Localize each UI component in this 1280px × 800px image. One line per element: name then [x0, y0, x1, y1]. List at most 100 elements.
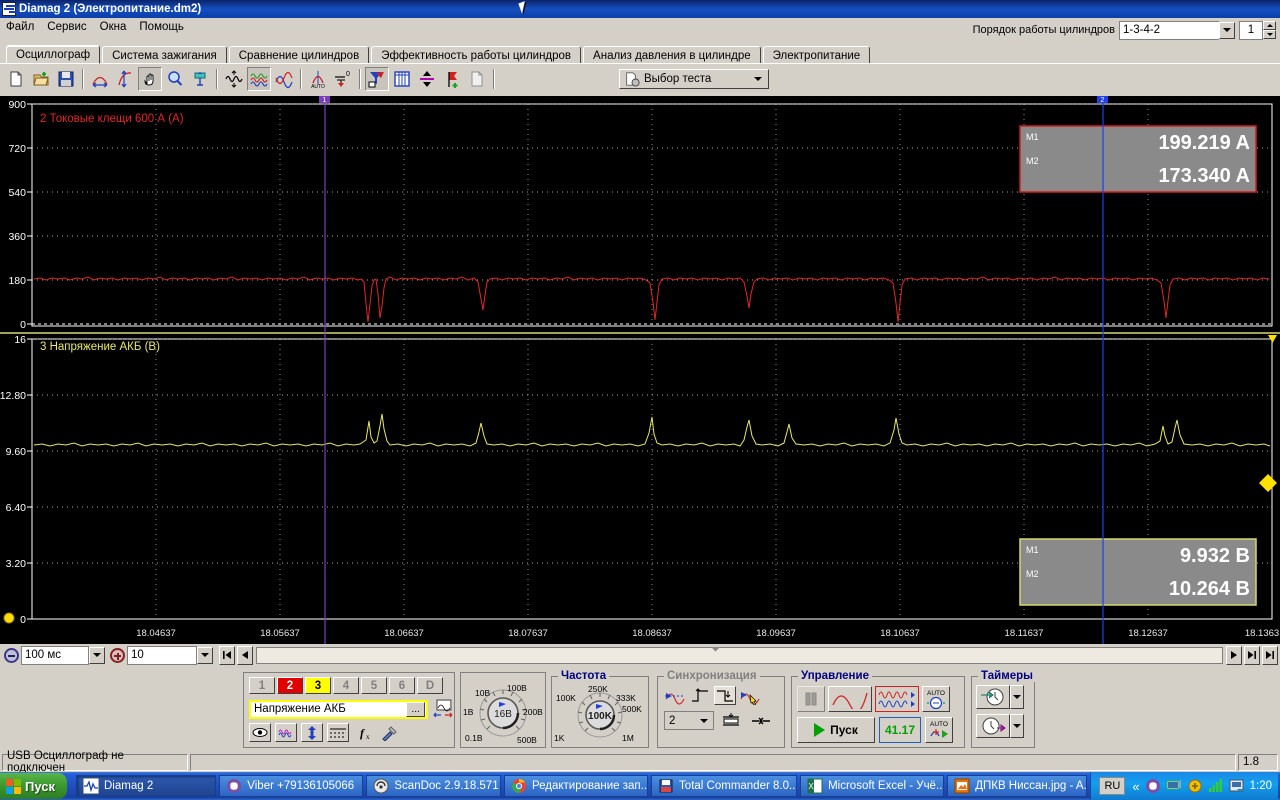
antivirus-icon[interactable] [1187, 778, 1203, 794]
filter-icon[interactable] [365, 67, 389, 91]
waveform-multi-icon[interactable] [247, 67, 271, 91]
zero-level-icon[interactable]: 0 [331, 67, 355, 91]
new-document-icon[interactable] [4, 67, 28, 91]
sync-slope-rising-button[interactable] [664, 686, 686, 705]
go-to-end-button[interactable] [1244, 645, 1260, 665]
tab-cylinder-pressure-analysis[interactable]: Анализ давления в цилиндре [583, 46, 761, 64]
frequency-knob[interactable]: 100K 1K 100K 250K 333K 500K 1M [552, 677, 648, 745]
auto-scale-button[interactable]: AUTO [922, 686, 950, 712]
sync-center-button[interactable] [750, 711, 772, 730]
open-folder-icon[interactable] [29, 67, 53, 91]
taskbar-item-scandoc[interactable]: ScanDoc 2.9.18.571 [366, 775, 501, 797]
step-forward-button[interactable] [1226, 645, 1242, 665]
divisions-plus-icon[interactable] [110, 647, 125, 663]
scope-canvas[interactable]: 900 720 540 360 180 0 2 Токовые клещи 60… [0, 96, 1280, 644]
channel-button-1[interactable]: 1 [249, 677, 275, 694]
tab-cylinder-comparison[interactable]: Сравнение цилиндров [228, 46, 370, 64]
zoom-magnifier-icon[interactable] [163, 67, 187, 91]
sync-channel-dropdown[interactable] [696, 712, 712, 729]
save-disk-icon[interactable] [54, 67, 78, 91]
timer-start-dropdown[interactable] [1010, 685, 1024, 709]
menu-item-file[interactable]: Файл [6, 21, 34, 33]
horizontal-scrollbar[interactable] [256, 646, 1223, 664]
sync-cursor-button[interactable] [739, 686, 761, 705]
measure-width-icon[interactable] [88, 67, 112, 91]
clock[interactable]: 1:20 [1250, 780, 1272, 792]
language-indicator[interactable]: RU [1099, 777, 1126, 795]
network-icon[interactable] [1166, 778, 1182, 794]
menu-item-service[interactable]: Сервис [47, 21, 86, 33]
channel-function-button[interactable]: fx [353, 723, 375, 742]
waveform-pair-icon[interactable] [272, 67, 296, 91]
cylinder-order-dropdown-button[interactable] [1219, 21, 1235, 39]
channel-button-4[interactable]: 4 [333, 677, 359, 694]
grid-icon[interactable] [390, 67, 414, 91]
signal-icon[interactable] [1208, 778, 1224, 794]
taskbar-item-excel[interactable]: X Microsoft Excel - Учё... [800, 775, 945, 797]
channel-tools-button[interactable] [379, 723, 401, 742]
oscilloscope-display[interactable]: 900 720 540 360 180 0 2 Токовые клещи 60… [0, 96, 1280, 644]
channel-name-input[interactable]: Напряжение АКБ ... [249, 699, 429, 719]
marker-flag-icon[interactable] [440, 67, 464, 91]
cylinder-count-field[interactable]: 1 [1239, 20, 1263, 40]
multi-wave-button[interactable] [875, 686, 919, 712]
sync-falling-edge-button[interactable] [714, 686, 736, 705]
vertical-scale-icon[interactable] [188, 67, 212, 91]
channel-visibility-button[interactable] [249, 723, 271, 742]
single-wave-button[interactable] [828, 686, 872, 712]
voltage-knob[interactable]: 16В 0.1В 1В 10В 100В 200В 500В [461, 673, 545, 747]
channel-swap-icon[interactable] [432, 699, 454, 719]
tab-oscilloscope[interactable]: Осциллограф [6, 45, 101, 64]
timebase-scale-field[interactable]: 100 мс [21, 645, 89, 665]
voltage-range-group[interactable]: 16В 0.1В 1В 10В 100В 200В 500В [460, 672, 546, 748]
chevron-left-icon[interactable]: « [1132, 779, 1139, 794]
step-back-button[interactable] [237, 645, 253, 665]
channel-button-2[interactable]: 2 [277, 677, 303, 694]
channel-button-5[interactable]: 5 [361, 677, 387, 694]
go-to-last-button[interactable] [1262, 645, 1278, 665]
spinner-down-button[interactable] [1263, 30, 1276, 39]
auto-measure-icon[interactable]: AUTO [306, 67, 330, 91]
pause-button[interactable] [797, 686, 825, 712]
channel-name-browse-button[interactable]: ... [406, 701, 426, 717]
page-icon[interactable] [465, 67, 489, 91]
cylinder-count-spinner[interactable] [1263, 21, 1276, 39]
go-to-start-button[interactable] [219, 645, 235, 665]
menu-item-help[interactable]: Помощь [139, 21, 183, 33]
channel-button-3[interactable]: 3 [305, 677, 331, 694]
viber-tray-icon[interactable] [1145, 778, 1161, 794]
channel-waveform-button[interactable] [275, 723, 297, 742]
auto-trigger-button[interactable]: AUTO [925, 717, 953, 743]
taskbar-item-diamag[interactable]: Diamag 2 [76, 775, 217, 797]
divisions-field[interactable]: 10 [127, 645, 197, 665]
timebase-scale-dropdown[interactable] [89, 646, 105, 664]
channel-grid-button[interactable] [327, 723, 349, 742]
timer-stop-button[interactable] [976, 714, 1010, 738]
menu-item-windows[interactable]: Окна [100, 21, 127, 33]
spinner-up-button[interactable] [1263, 21, 1276, 30]
divide-icon[interactable] [415, 67, 439, 91]
start-menu-button[interactable]: Пуск [0, 773, 67, 799]
taskbar-item-chrome[interactable]: Редактирование зап... [503, 775, 649, 797]
timer-stop-dropdown[interactable] [1010, 714, 1024, 738]
channel-button-digital[interactable]: D [417, 677, 443, 694]
update-icon[interactable] [1229, 778, 1245, 794]
waveform-black-icon[interactable] [222, 67, 246, 91]
timebase-minus-icon[interactable] [4, 647, 19, 663]
start-button[interactable]: Пуск [797, 717, 875, 743]
taskbar-item-total-commander[interactable]: Total Commander 8.0... [651, 775, 798, 797]
tab-power-supply[interactable]: Электропитание [762, 46, 871, 64]
timer-start-button[interactable] [976, 685, 1010, 709]
measure-height-icon[interactable] [113, 67, 137, 91]
hand-pan-icon[interactable] [138, 67, 162, 91]
tab-ignition-system[interactable]: Система зажигания [102, 46, 227, 64]
cylinder-order-combo[interactable]: 1-3-4-2 [1119, 20, 1219, 40]
tab-cylinder-efficiency[interactable]: Эффективность работы цилиндров [371, 46, 582, 64]
taskbar-item-viber[interactable]: Viber +79136105066 [219, 775, 364, 797]
divisions-dropdown[interactable] [197, 646, 213, 664]
channel-button-6[interactable]: 6 [389, 677, 415, 694]
sync-level-button[interactable] [720, 711, 742, 730]
sync-edge-button[interactable] [689, 686, 711, 705]
test-select-dropdown[interactable]: Выбор теста [619, 69, 769, 89]
channel-vertical-position-button[interactable] [301, 723, 323, 742]
